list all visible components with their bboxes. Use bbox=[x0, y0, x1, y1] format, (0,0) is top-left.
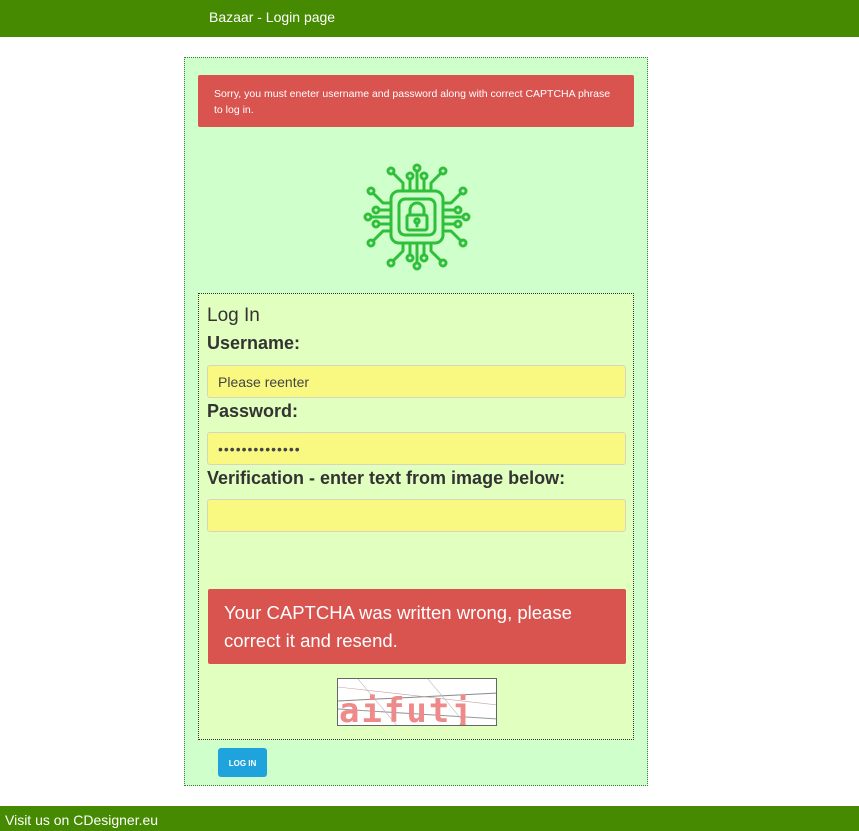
footer-link[interactable]: Visit us on CDesigner.eu bbox=[5, 812, 158, 828]
username-label: Username: bbox=[207, 333, 301, 353]
verification-label: Verification - enter text from image bel… bbox=[207, 468, 566, 488]
login-button[interactable]: LOG IN bbox=[218, 748, 267, 777]
captcha-text: aifutj bbox=[339, 691, 474, 726]
login-form: Log In Username: Password: Verification … bbox=[198, 293, 634, 740]
login-panel: Sorry, you must eneter username and pass… bbox=[184, 57, 648, 786]
username-input[interactable] bbox=[207, 365, 626, 398]
form-legend: Log In bbox=[207, 305, 260, 326]
captcha-error-alert: Your CAPTCHA was written wrong, please c… bbox=[208, 589, 626, 664]
password-label: Password: bbox=[207, 401, 299, 421]
error-alert: Sorry, you must eneter username and pass… bbox=[198, 75, 634, 127]
captcha-image: aifutj bbox=[337, 678, 497, 726]
captcha-input[interactable] bbox=[207, 499, 626, 532]
password-input[interactable] bbox=[207, 432, 626, 465]
page-title: Bazaar - Login page bbox=[209, 9, 336, 25]
header-bar: Bazaar - Login page bbox=[0, 0, 859, 37]
circuit-lock-icon bbox=[363, 163, 471, 271]
footer-bar: Visit us on CDesigner.eu bbox=[0, 806, 859, 831]
